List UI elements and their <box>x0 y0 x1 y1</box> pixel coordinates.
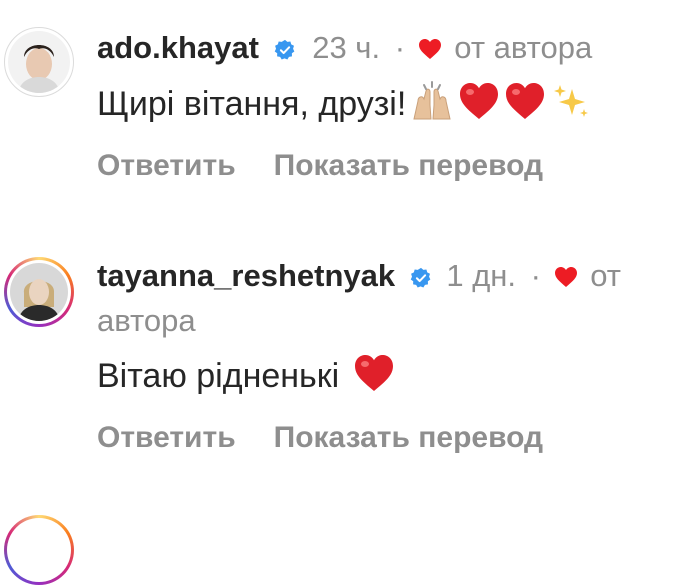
comment-actions: Ответить Показать перевод <box>97 148 581 184</box>
reply-button[interactable]: Ответить <box>97 421 236 454</box>
avatar-image <box>10 263 68 321</box>
comment-tayanna-reshetnyak: tayanna_reshetnyak 1 дн. · от автора Віт… <box>0 200 700 500</box>
avatar[interactable] <box>4 27 74 97</box>
red-heart-icon <box>458 81 500 132</box>
author-like-label-continued: автора <box>97 303 196 338</box>
avatar[interactable] <box>4 257 74 327</box>
red-heart-icon <box>353 353 395 404</box>
meta-separator: · <box>530 258 541 293</box>
author-like-heart-icon <box>554 259 578 297</box>
comment-time[interactable]: 23 ч. <box>312 30 380 65</box>
comment-text-body: Вітаю рідненькі <box>97 357 340 395</box>
comment-actions: Ответить Показать перевод <box>97 420 581 456</box>
username[interactable]: ado.khayat <box>97 30 259 65</box>
username[interactable]: tayanna_reshetnyak <box>97 258 395 293</box>
avatar[interactable] <box>4 515 74 585</box>
raising-hands-icon <box>410 81 454 132</box>
comment-header: ado.khayat 23 ч. · от автора <box>97 29 592 70</box>
verified-badge-icon <box>410 260 432 298</box>
author-like-label: от автора <box>454 30 593 65</box>
author-like-heart-icon <box>418 31 442 69</box>
comment-header: tayanna_reshetnyak 1 дн. · от <box>97 257 621 298</box>
verified-badge-icon <box>274 32 296 70</box>
reply-button[interactable]: Ответить <box>97 149 236 182</box>
comment-time[interactable]: 1 дн. <box>446 258 516 293</box>
author-like-label: от <box>590 258 622 293</box>
comment-ado-khayat: ado.khayat 23 ч. · от автора Щирі вітанн… <box>0 0 700 200</box>
meta-separator: · <box>394 30 406 65</box>
comment-text-body: Щирі вітання, друзі! <box>97 85 407 123</box>
avatar-image <box>8 31 70 93</box>
sparkles-icon <box>550 81 592 132</box>
comment-text: Щирі вітання, друзі! <box>97 81 592 132</box>
red-heart-icon <box>504 81 546 132</box>
show-translation-button[interactable]: Показать перевод <box>274 149 543 182</box>
show-translation-button[interactable]: Показать перевод <box>274 421 543 454</box>
comment-text: Вітаю рідненькі <box>97 353 395 404</box>
